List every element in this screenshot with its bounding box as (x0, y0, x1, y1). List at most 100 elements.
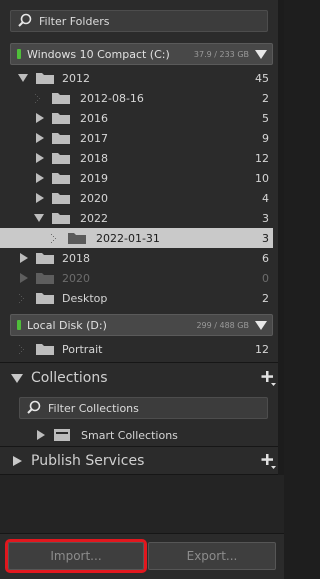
disclosure-closed-icon[interactable] (19, 273, 29, 283)
volume-c[interactable]: Windows 10 Compact (C:) 37.9 / 233 GB (10, 43, 273, 65)
folder-label: 2022-01-31 (96, 231, 160, 245)
folder-count: 3 (262, 211, 269, 225)
folder-row-2022[interactable]: 2022 3 (10, 208, 273, 228)
volume-name: Windows 10 Compact (C:) (27, 47, 170, 61)
folder-label: 2012-08-16 (80, 91, 144, 105)
folder-row-2012[interactable]: 2012 45 (10, 68, 273, 88)
folder-label: 2012 (62, 71, 90, 85)
folder-icon (52, 153, 70, 164)
volume-status-indicator (17, 320, 21, 330)
section-divider (0, 446, 284, 447)
folders-panel: Filter Folders Windows 10 Compact (C:) 3… (0, 0, 284, 579)
volume-name: Local Disk (D:) (27, 318, 107, 332)
folder-row-2020[interactable]: 2020 4 (10, 188, 273, 208)
folder-label: 2020 (80, 191, 108, 205)
folder-row-2012-08-16[interactable]: 2012-08-16 2 (10, 88, 273, 108)
folder-row-2020-top[interactable]: 2020 0 (10, 268, 273, 288)
disclosure-closed-icon[interactable] (35, 173, 45, 183)
folder-count: 12 (255, 342, 269, 356)
folder-count: 10 (255, 171, 269, 185)
collections-header[interactable]: Collections (0, 365, 284, 391)
filter-folders-placeholder: Filter Folders (39, 14, 110, 28)
folder-icon (68, 233, 86, 244)
scrollbar[interactable] (278, 0, 284, 475)
volume-size: 37.9 / 233 GB (193, 49, 249, 59)
chevron-down-icon[interactable] (253, 46, 269, 62)
folder-count: 9 (262, 131, 269, 145)
publish-services-title: Publish Services (31, 453, 145, 469)
folder-count: 5 (262, 111, 269, 125)
folder-icon (52, 173, 70, 184)
disclosure-closed-icon[interactable] (35, 193, 45, 203)
folder-count: 2 (262, 291, 269, 305)
folder-row-2018[interactable]: 2018 12 (10, 148, 273, 168)
filter-folders-search[interactable]: Filter Folders (10, 10, 268, 32)
folder-row-2016[interactable]: 2016 5 (10, 108, 273, 128)
folder-icon (52, 133, 70, 144)
folder-row-2019[interactable]: 2019 10 (10, 168, 273, 188)
import-button-label: Import... (50, 549, 102, 563)
folder-row-2022-01-31[interactable]: 2022-01-31 3 (0, 228, 273, 248)
folder-count: 45 (255, 71, 269, 85)
collections-title: Collections (31, 370, 108, 386)
add-icon[interactable] (260, 370, 276, 386)
folder-row-2018-top[interactable]: 2018 6 (10, 248, 273, 268)
disclosure-closed-icon[interactable] (19, 253, 29, 263)
folder-icon (36, 73, 54, 84)
chevron-down-icon[interactable] (253, 317, 269, 333)
collection-label: Smart Collections (81, 428, 178, 442)
dotted-disclosure-icon (35, 94, 40, 103)
folder-icon (36, 273, 54, 284)
empty-panel-area (0, 475, 284, 533)
folder-label: 2016 (80, 111, 108, 125)
folder-icon (52, 213, 70, 224)
disclosure-closed-icon[interactable] (11, 455, 23, 467)
disclosure-closed-icon[interactable] (36, 430, 46, 440)
collection-item-smart-collections[interactable]: Smart Collections (10, 425, 273, 445)
add-icon[interactable] (260, 453, 276, 469)
folder-label: 2020 (62, 271, 90, 285)
folder-label: 2017 (80, 131, 108, 145)
folder-row-2017[interactable]: 2017 9 (10, 128, 273, 148)
disclosure-closed-icon[interactable] (35, 153, 45, 163)
export-button-label: Export... (186, 549, 238, 563)
folder-row-portrait[interactable]: Portrait 12 (10, 339, 273, 359)
filter-collections-placeholder: Filter Collections (48, 401, 139, 415)
folder-label: 2018 (80, 151, 108, 165)
folder-count: 6 (262, 251, 269, 265)
folder-icon (36, 293, 54, 304)
folder-count: 4 (262, 191, 269, 205)
disclosure-closed-icon[interactable] (35, 113, 45, 123)
search-icon (24, 398, 44, 418)
folder-icon (52, 93, 70, 104)
folder-label: Portrait (62, 342, 103, 356)
dotted-disclosure-icon (19, 294, 24, 303)
disclosure-open-icon[interactable] (34, 213, 44, 223)
folder-label: Desktop (62, 291, 108, 305)
export-button[interactable]: Export... (148, 542, 276, 570)
search-icon (15, 11, 35, 31)
section-divider (0, 362, 284, 363)
folder-icon (36, 253, 54, 264)
section-divider (0, 533, 284, 534)
collection-set-icon (54, 429, 70, 441)
disclosure-open-icon[interactable] (11, 372, 23, 384)
publish-services-header[interactable]: Publish Services (0, 448, 284, 474)
dotted-disclosure-icon (19, 345, 24, 354)
folder-count: 2 (262, 91, 269, 105)
folder-count: 12 (255, 151, 269, 165)
folder-icon (52, 193, 70, 204)
folder-row-desktop[interactable]: Desktop 2 (10, 288, 273, 308)
filter-collections-search[interactable]: Filter Collections (19, 397, 268, 419)
volume-d[interactable]: Local Disk (D:) 299 / 488 GB (10, 314, 273, 336)
disclosure-open-icon[interactable] (18, 73, 28, 83)
dotted-disclosure-icon (51, 234, 56, 243)
folder-label: 2019 (80, 171, 108, 185)
folder-label: 2022 (80, 211, 108, 225)
folder-count: 0 (262, 271, 269, 285)
volume-status-indicator (17, 49, 21, 59)
folder-label: 2018 (62, 251, 90, 265)
folder-count: 3 (262, 231, 269, 245)
disclosure-closed-icon[interactable] (35, 133, 45, 143)
import-button[interactable]: Import... (5, 539, 147, 573)
